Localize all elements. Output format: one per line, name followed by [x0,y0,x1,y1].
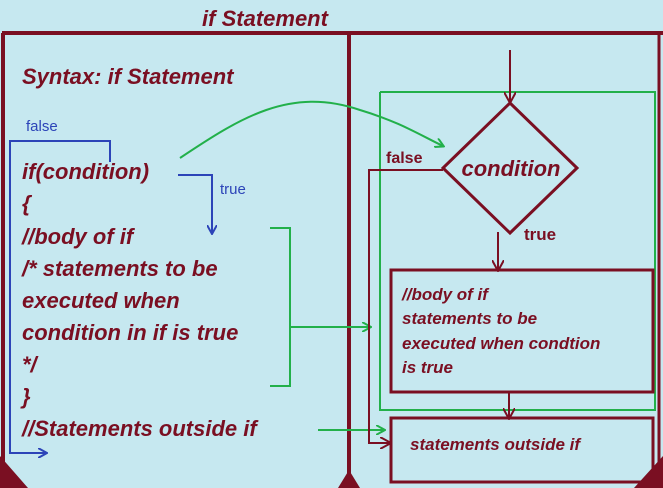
true-path-arrow: true [178,174,246,233]
page-title: if Statement [202,6,330,31]
flow-true-label: true [524,225,556,244]
body-box-line: is true [402,358,453,377]
code-line: condition in if is true [22,320,238,345]
syntax-heading: Syntax: if Statement [22,64,235,89]
code-line: /* statements to be [21,256,218,281]
code-line: //Statements outside if [21,416,259,441]
outside-box-label: statements outside if [410,435,582,454]
body-box-line: //body of if [401,285,490,304]
code-line: */ [22,352,40,377]
code-line: //body of if [21,224,136,249]
true-path-label: true [220,181,246,198]
code-line: executed when [22,288,180,313]
code-line: } [20,384,31,409]
flowchart: condition true false //body of if statem… [368,50,655,484]
flow-false-label: false [386,150,423,167]
body-box-line: statements to be [402,309,537,328]
diagram-canvas: if Statement Syntax: if Statement if(con… [0,0,663,488]
if-statement-diagram: if Statement Syntax: if Statement if(con… [0,6,663,488]
false-path-label: false [26,118,58,135]
body-box-line: executed when condtion [402,334,600,353]
condition-label: condition [462,156,561,181]
code-line: { [22,191,33,216]
code-block: if(condition) { //body of if /* statemen… [20,159,259,441]
body-bracket [270,227,370,387]
code-line: if(condition) [22,159,149,184]
